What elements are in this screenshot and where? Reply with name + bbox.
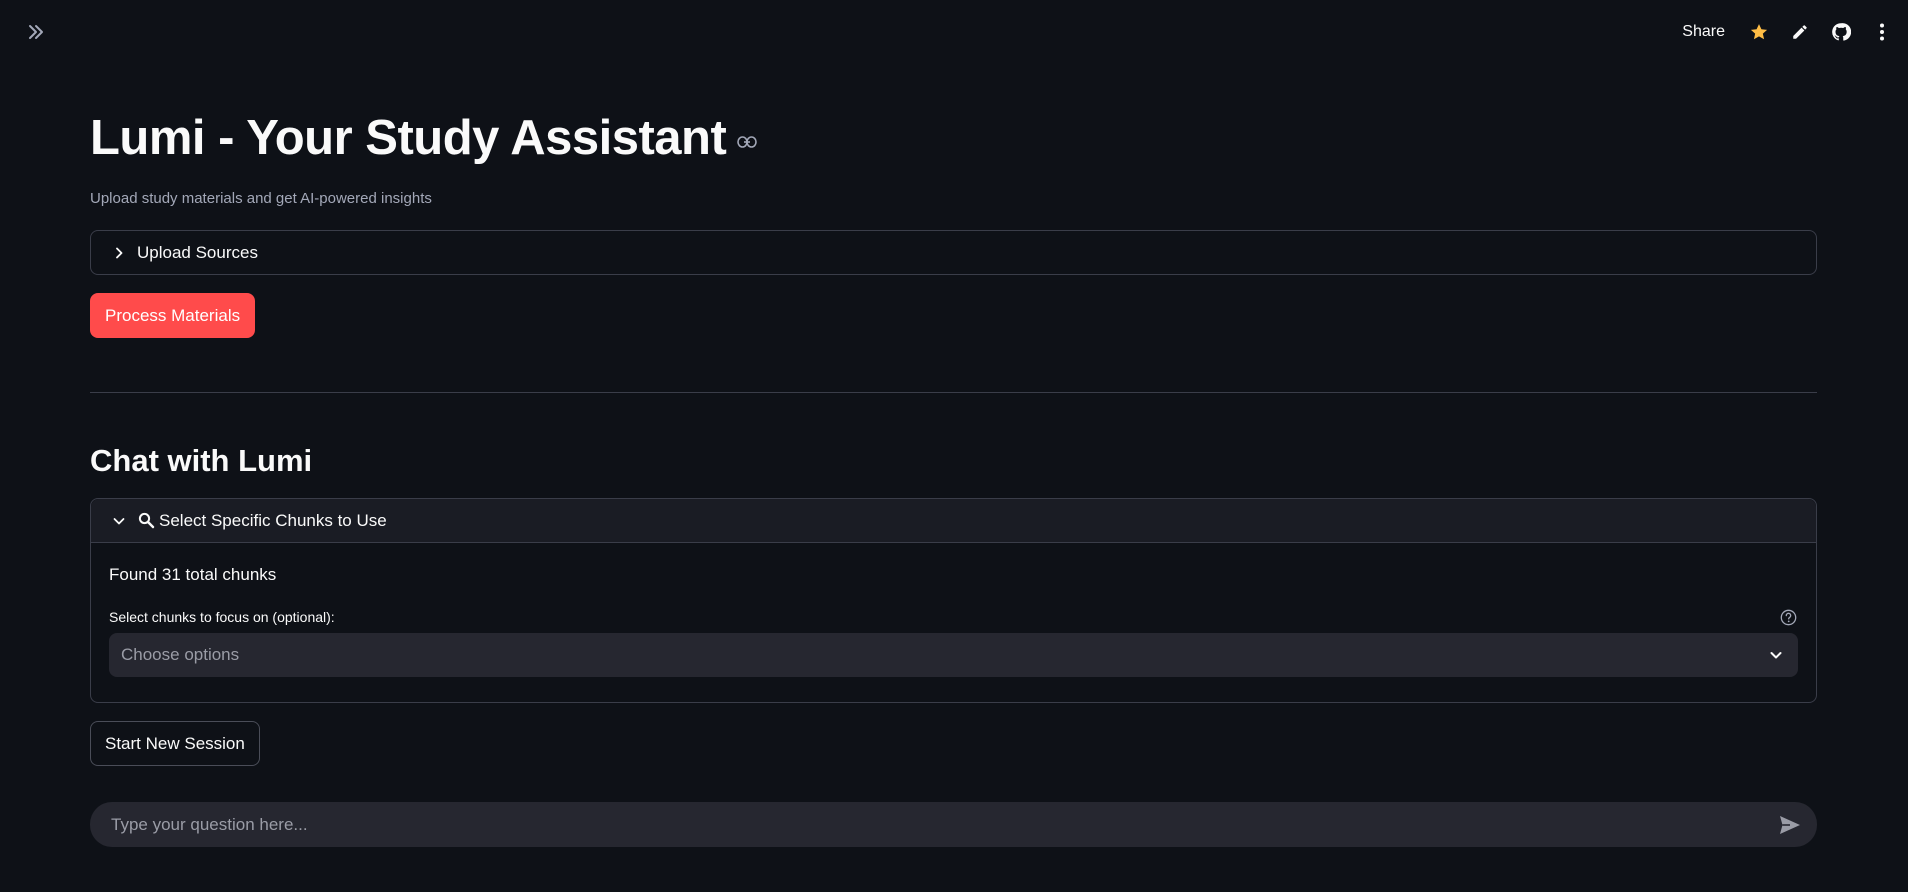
chunk-multiselect[interactable]: Choose options: [109, 633, 1798, 677]
chevron-right-icon: [109, 243, 129, 263]
share-button[interactable]: Share: [1682, 23, 1725, 41]
select-chunks-body: Found 31 total chunks Select chunks to f…: [91, 565, 1816, 677]
github-icon[interactable]: [1829, 20, 1853, 44]
process-materials-button[interactable]: Process Materials: [90, 293, 256, 338]
search-icon: [137, 512, 155, 530]
header-toolbar: Share: [1682, 18, 1908, 46]
more-vertical-icon[interactable]: [1870, 20, 1894, 44]
app-header: Share: [0, 0, 1908, 62]
chunk-select-label: Select chunks to focus on (optional):: [109, 609, 335, 625]
page-title: Lumi - Your Study Assistant: [90, 111, 727, 165]
start-new-session-button[interactable]: Start New Session: [90, 721, 260, 766]
select-chunks-expander-header[interactable]: Select Specific Chunks to Use: [91, 499, 1816, 543]
link-icon[interactable]: [736, 131, 758, 153]
divider: [90, 392, 1817, 393]
sidebar-expand-icon[interactable]: [24, 20, 48, 44]
pencil-icon[interactable]: [1788, 20, 1812, 44]
page-subtitle: Upload study materials and get AI-powere…: [90, 190, 432, 207]
multiselect-placeholder: Choose options: [121, 645, 240, 664]
select-chunks-label: Select Specific Chunks to Use: [159, 510, 387, 530]
send-icon[interactable]: [1777, 812, 1803, 838]
help-icon[interactable]: [1779, 608, 1797, 626]
select-chunks-expander: Select Specific Chunks to Use Found 31 t…: [90, 498, 1817, 703]
star-icon[interactable]: [1747, 20, 1771, 44]
page-title-row: Lumi - Your Study Assistant: [90, 108, 758, 168]
chunk-select-label-row: Select chunks to focus on (optional):: [109, 607, 1798, 627]
chevron-down-icon: [109, 511, 129, 531]
chevron-down-icon[interactable]: [1766, 645, 1786, 665]
corner-badge: [1818, 886, 1908, 892]
chat-input-container: [90, 802, 1817, 847]
found-chunks-text: Found 31 total chunks: [109, 565, 277, 584]
chat-input[interactable]: [109, 813, 1777, 836]
upload-sources-label: Upload Sources: [137, 243, 258, 262]
upload-sources-expander: Upload Sources: [90, 230, 1817, 275]
upload-sources-expander-header[interactable]: Upload Sources: [91, 231, 1816, 275]
chat-section-title: Chat with Lumi: [90, 443, 313, 478]
